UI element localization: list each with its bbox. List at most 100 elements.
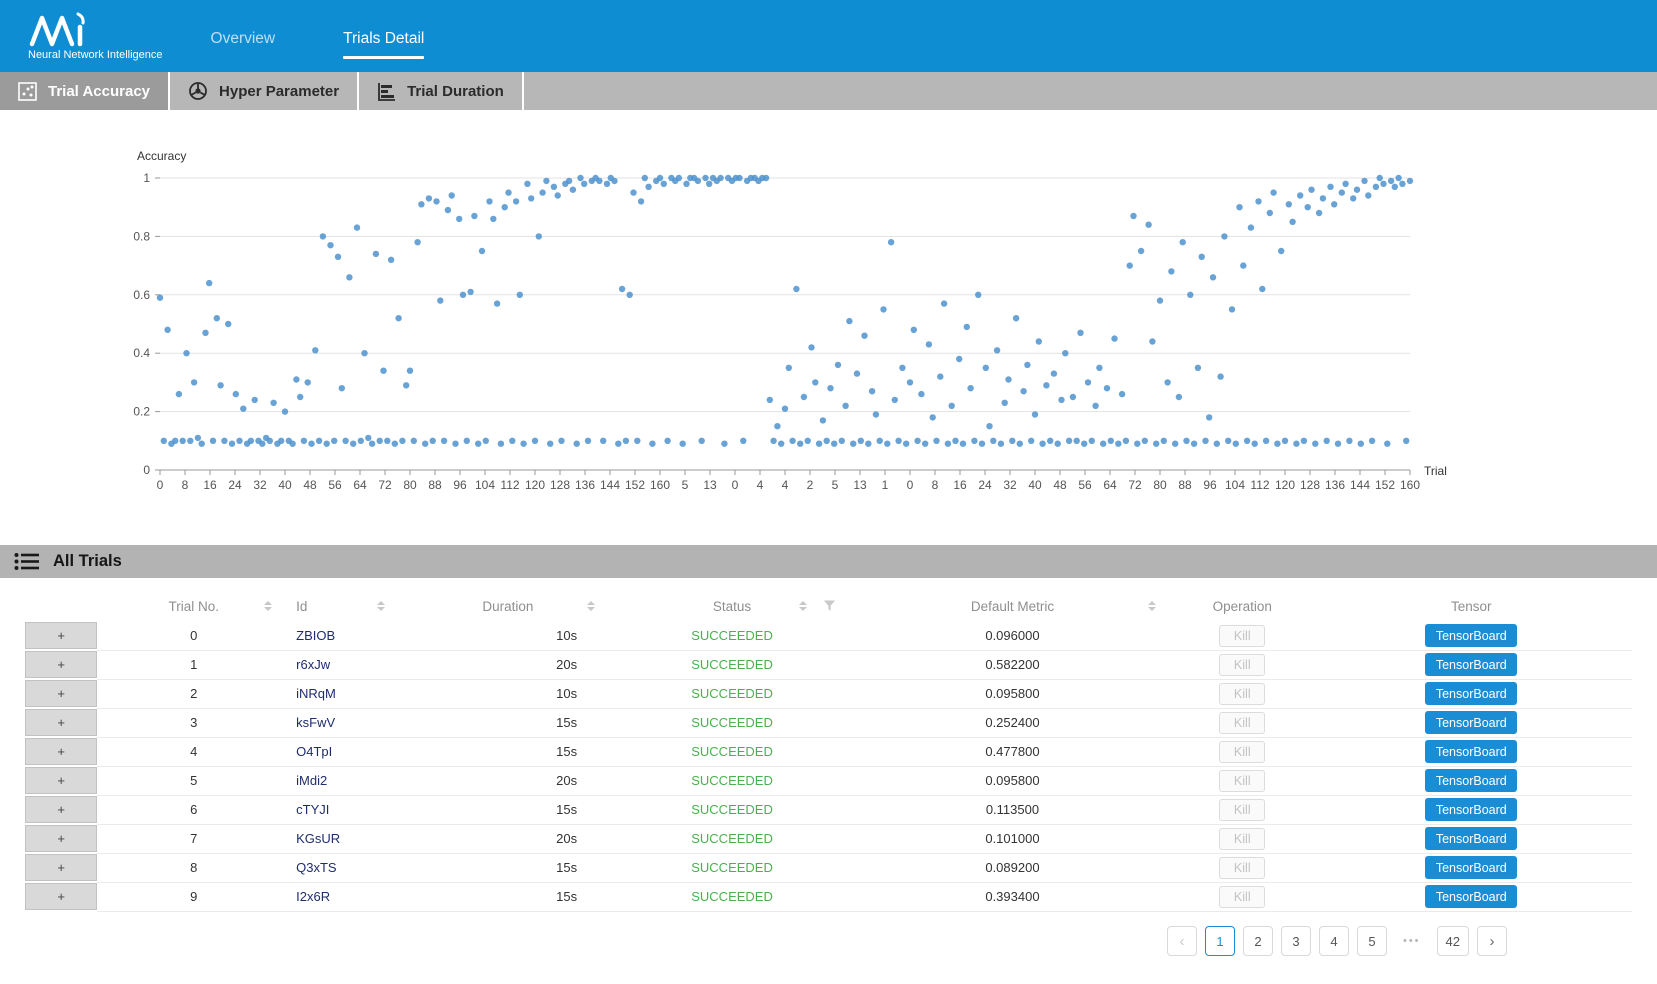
table-row: + 1 r6xJw 20s SUCCEEDED 0.582200 Kill Te… (25, 650, 1632, 679)
svg-text:4: 4 (757, 478, 764, 492)
tensorboard-button[interactable]: TensorBoard (1425, 798, 1517, 821)
svg-text:64: 64 (1103, 478, 1117, 492)
pagination-page-2[interactable]: 2 (1243, 926, 1273, 956)
svg-text:120: 120 (525, 478, 545, 492)
table-row: + 0 ZBIOB 10s SUCCEEDED 0.096000 Kill Te… (25, 622, 1632, 650)
sort-icon[interactable] (377, 601, 385, 611)
nav-tab-overview[interactable]: Overview (211, 14, 276, 59)
svg-text:8: 8 (932, 478, 939, 492)
nav-tab-trials-detail[interactable]: Trials Detail (343, 14, 424, 59)
all-trials-header: All Trials (0, 545, 1657, 578)
svg-text:Trial: Trial (1424, 464, 1447, 478)
tensorboard-button[interactable]: TensorBoard (1425, 740, 1517, 763)
pagination-page-5[interactable]: 5 (1357, 926, 1387, 956)
trial-id-cell: ZBIOB (290, 622, 402, 650)
nni-logo: Neural Network Intelligence (28, 12, 163, 61)
expand-row-button[interactable]: + (25, 825, 97, 852)
status-cell: SUCCEEDED (613, 622, 851, 650)
svg-text:0.4: 0.4 (133, 346, 150, 360)
accuracy-scatter-chart[interactable]: 00.20.40.60.8108162432404856647280889610… (0, 130, 1657, 528)
expand-row-button[interactable]: + (25, 796, 97, 823)
tensorboard-button[interactable]: TensorBoard (1425, 711, 1517, 734)
main-nav: Overview Trials Detail (211, 0, 425, 72)
tab-trial-duration[interactable]: Trial Duration (359, 72, 524, 110)
expand-row-button[interactable]: + (25, 622, 97, 649)
pagination-page-3[interactable]: 3 (1281, 926, 1311, 956)
tensorboard-button[interactable]: TensorBoard (1425, 682, 1517, 705)
column-header-default-metric: Default Metric (851, 590, 1174, 622)
expand-row-button[interactable]: + (25, 651, 97, 678)
expand-row-button[interactable]: + (25, 883, 97, 910)
svg-text:136: 136 (575, 478, 595, 492)
pagination-page-1[interactable]: 1 (1205, 926, 1235, 956)
pagination-page-4[interactable]: 4 (1319, 926, 1349, 956)
svg-text:1: 1 (143, 171, 150, 185)
expand-row-button[interactable]: + (25, 680, 97, 707)
expand-row-button[interactable]: + (25, 738, 97, 765)
kill-button[interactable]: Kill (1219, 712, 1265, 734)
sort-icon[interactable] (799, 601, 807, 611)
kill-button[interactable]: Kill (1219, 828, 1265, 850)
tensorboard-button[interactable]: TensorBoard (1425, 624, 1517, 647)
svg-text:160: 160 (1400, 478, 1420, 492)
tab-hyper-parameter[interactable]: Hyper Parameter (170, 72, 359, 110)
trial-no-cell: 6 (97, 795, 290, 824)
metric-cell: 0.393400 (851, 882, 1174, 911)
expand-row-button[interactable]: + (25, 767, 97, 794)
kill-button[interactable]: Kill (1219, 654, 1265, 676)
filter-icon[interactable] (824, 601, 835, 612)
kill-button[interactable]: Kill (1219, 857, 1265, 879)
svg-text:120: 120 (1275, 478, 1295, 492)
kill-button[interactable]: Kill (1219, 799, 1265, 821)
kill-button[interactable]: Kill (1219, 741, 1265, 763)
svg-text:64: 64 (353, 478, 367, 492)
duration-cell: 10s (403, 622, 614, 650)
pagination-prev[interactable]: ‹ (1167, 926, 1197, 956)
svg-text:128: 128 (1300, 478, 1320, 492)
duration-cell: 20s (403, 650, 614, 679)
pagination-label: ‹ (1179, 933, 1184, 950)
tensorboard-button[interactable]: TensorBoard (1425, 856, 1517, 879)
nav-underline (211, 56, 276, 59)
trial-no-cell: 2 (97, 679, 290, 708)
svg-text:104: 104 (475, 478, 495, 492)
pagination-label: 3 (1292, 934, 1299, 949)
svg-text:152: 152 (625, 478, 645, 492)
sort-icon[interactable] (587, 601, 595, 611)
tensor-header-label: Tensor (1451, 599, 1492, 614)
pagination-next[interactable]: › (1477, 926, 1507, 956)
pagination-ellipsis[interactable]: ••• (1395, 926, 1429, 956)
app-header: Neural Network Intelligence Overview Tri… (0, 0, 1657, 72)
kill-button[interactable]: Kill (1219, 625, 1265, 647)
status-cell: SUCCEEDED (613, 853, 851, 882)
tab-hyper-parameter-label: Hyper Parameter (219, 83, 339, 100)
svg-text:24: 24 (228, 478, 242, 492)
tab-trial-accuracy[interactable]: Trial Accuracy (0, 72, 170, 110)
kill-button[interactable]: Kill (1219, 770, 1265, 792)
logo-caption: Neural Network Intelligence (28, 49, 163, 61)
kill-button[interactable]: Kill (1219, 683, 1265, 705)
trial-no-cell: 3 (97, 708, 290, 737)
tensorboard-button[interactable]: TensorBoard (1425, 653, 1517, 676)
column-header-trial-no: Trial No. (97, 590, 290, 622)
tensorboard-button[interactable]: TensorBoard (1425, 885, 1517, 908)
trial-no-cell: 5 (97, 766, 290, 795)
svg-text:13: 13 (853, 478, 867, 492)
tensorboard-button[interactable]: TensorBoard (1425, 769, 1517, 792)
svg-text:0: 0 (143, 463, 150, 477)
svg-text:5: 5 (682, 478, 689, 492)
expand-row-button[interactable]: + (25, 709, 97, 736)
pagination-page-42[interactable]: 42 (1437, 926, 1469, 956)
svg-text:144: 144 (1350, 478, 1370, 492)
tensorboard-button[interactable]: TensorBoard (1425, 827, 1517, 850)
expand-row-button[interactable]: + (25, 854, 97, 881)
table-row: + 2 iNRqM 10s SUCCEEDED 0.095800 Kill Te… (25, 679, 1632, 708)
nni-logo-mark (28, 12, 92, 48)
sort-icon[interactable] (1148, 601, 1156, 611)
pagination: ‹ 1 2 3 4 5 ••• 42 › (0, 926, 1507, 956)
column-header-operation: Operation (1174, 590, 1311, 622)
svg-text:88: 88 (1178, 478, 1192, 492)
kill-button[interactable]: Kill (1219, 886, 1265, 908)
column-header-tensor: Tensor (1311, 590, 1632, 622)
sort-icon[interactable] (264, 601, 272, 611)
